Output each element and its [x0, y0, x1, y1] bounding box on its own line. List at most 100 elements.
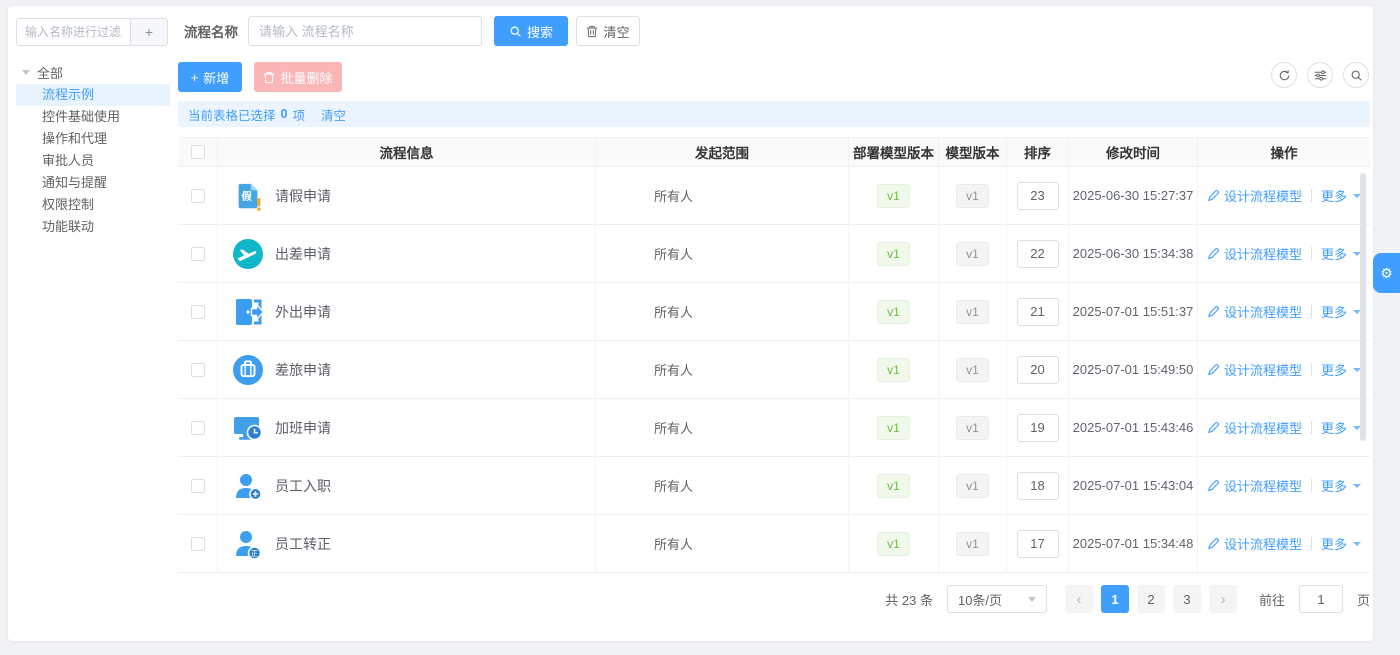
main-panel: 流程名称 搜索 清空 + 新增 — [178, 6, 1373, 641]
design-model-link[interactable]: 设计流程模型 — [1207, 302, 1302, 321]
sidebar-item[interactable]: 操作和代理 — [16, 128, 170, 150]
model-version-badge: v1 — [956, 416, 989, 440]
design-model-label: 设计流程模型 — [1224, 186, 1302, 205]
more-label: 更多 — [1321, 418, 1347, 437]
prev-page-button[interactable]: ‹ — [1065, 585, 1093, 613]
page-button-3[interactable]: 3 — [1173, 585, 1201, 613]
process-name: 员工入职 — [275, 476, 331, 496]
more-link[interactable]: 更多 — [1321, 418, 1361, 437]
page-button-1[interactable]: 1 — [1101, 585, 1129, 613]
design-model-link[interactable]: 设计流程模型 — [1207, 418, 1302, 437]
sort-input[interactable] — [1017, 182, 1059, 210]
search-button[interactable]: 搜索 — [494, 16, 568, 46]
column-settings-button[interactable] — [1307, 62, 1333, 88]
sidebar-item[interactable]: 控件基础使用 — [16, 106, 170, 128]
design-model-link[interactable]: 设计流程模型 — [1207, 534, 1302, 553]
design-model-label: 设计流程模型 — [1224, 244, 1302, 263]
row-checkbox[interactable] — [191, 363, 205, 377]
more-label: 更多 — [1321, 360, 1347, 379]
selection-text: 当前表格已选择 — [188, 105, 276, 124]
row-checkbox[interactable] — [191, 421, 205, 435]
sidebar-item[interactable]: 审批人员 — [16, 150, 170, 172]
row-checkbox[interactable] — [191, 305, 205, 319]
sort-input[interactable] — [1017, 240, 1059, 268]
design-model-link[interactable]: 设计流程模型 — [1207, 186, 1302, 205]
tree-filter-input[interactable] — [16, 18, 130, 46]
refresh-button[interactable] — [1271, 62, 1297, 88]
selection-info-bar: 当前表格已选择 0 项 清空 — [178, 101, 1370, 127]
table-row: 正员工转正所有人v1v12025-07-01 15:34:48设计流程模型更多 — [178, 515, 1370, 573]
tree-root-label: 全部 — [37, 63, 63, 82]
deploy-version-badge: v1 — [877, 184, 910, 208]
page-button-2[interactable]: 2 — [1137, 585, 1165, 613]
row-checkbox[interactable] — [191, 189, 205, 203]
tree-add-button[interactable]: + — [130, 18, 168, 46]
sort-input[interactable] — [1017, 530, 1059, 558]
leave-doc-icon: 假 — [232, 180, 264, 212]
design-model-link[interactable]: 设计流程模型 — [1207, 476, 1302, 495]
sidebar-item[interactable]: 通知与提醒 — [16, 172, 170, 194]
action-row: + 新增 批量删除 — [178, 62, 342, 92]
more-link[interactable]: 更多 — [1321, 360, 1361, 379]
goto-page-input[interactable] — [1299, 585, 1343, 613]
design-model-label: 设计流程模型 — [1224, 476, 1302, 495]
process-name-input[interactable] — [248, 16, 482, 46]
table-scrollbar[interactable] — [1360, 173, 1366, 441]
suitcase-icon — [232, 354, 264, 386]
sort-input[interactable] — [1017, 356, 1059, 384]
column-header: 排序 — [1007, 138, 1069, 166]
search-button-label: 搜索 — [527, 22, 553, 41]
modified-time: 2025-07-01 15:51:37 — [1069, 283, 1198, 340]
more-link[interactable]: 更多 — [1321, 302, 1361, 321]
column-header: 操作 — [1198, 138, 1370, 166]
table-tools — [1271, 62, 1369, 88]
modified-time: 2025-07-01 15:34:48 — [1069, 515, 1198, 572]
design-model-link[interactable]: 设计流程模型 — [1207, 360, 1302, 379]
sidebar-item[interactable]: 权限控制 — [16, 194, 170, 216]
row-checkbox[interactable] — [191, 537, 205, 551]
table-search-button[interactable] — [1343, 62, 1369, 88]
sidebar-item[interactable]: 流程示例 — [16, 84, 170, 106]
edit-pencil-icon — [1207, 537, 1220, 550]
sidebar: + 全部 流程示例控件基础使用操作和代理审批人员通知与提醒权限控制功能联动 — [16, 18, 170, 238]
sort-input[interactable] — [1017, 472, 1059, 500]
sort-input[interactable] — [1017, 298, 1059, 326]
row-checkbox[interactable] — [191, 247, 205, 261]
deploy-version-badge: v1 — [877, 474, 910, 498]
process-name-label: 流程名称 — [184, 21, 238, 41]
more-label: 更多 — [1321, 534, 1347, 553]
clear-button[interactable]: 清空 — [576, 16, 640, 46]
settings-drawer-tab[interactable]: ⚙ — [1373, 253, 1400, 293]
table-body: 假请假申请所有人v1v12025-06-30 15:27:37设计流程模型更多出… — [178, 167, 1370, 573]
sort-input[interactable] — [1017, 414, 1059, 442]
modified-time: 2025-07-01 15:43:04 — [1069, 457, 1198, 514]
next-page-button[interactable]: › — [1209, 585, 1237, 613]
selection-clear-link[interactable]: 清空 — [321, 105, 346, 124]
more-link[interactable]: 更多 — [1321, 476, 1361, 495]
ops-divider — [1311, 421, 1312, 434]
pagination: 共 23 条 10条/页 ‹123› 前往 页 — [178, 585, 1370, 613]
add-button[interactable]: + 新增 — [178, 62, 242, 92]
monitor-clock-icon — [232, 412, 264, 444]
tree-root-item[interactable]: 全部 — [16, 60, 170, 84]
select-all-checkbox[interactable] — [191, 145, 205, 159]
table-row: 加班申请所有人v1v12025-07-01 15:43:46设计流程模型更多 — [178, 399, 1370, 457]
more-label: 更多 — [1321, 186, 1347, 205]
ops-divider — [1311, 363, 1312, 376]
page-size-select[interactable]: 10条/页 — [947, 585, 1047, 613]
edit-pencil-icon — [1207, 189, 1220, 202]
more-link[interactable]: 更多 — [1321, 244, 1361, 263]
sidebar-item[interactable]: 功能联动 — [16, 216, 170, 238]
process-name: 请假申请 — [275, 186, 331, 206]
process-name: 差旅申请 — [275, 360, 331, 380]
more-link[interactable]: 更多 — [1321, 186, 1361, 205]
caret-down-icon — [22, 70, 30, 75]
more-link[interactable]: 更多 — [1321, 534, 1361, 553]
scope-cell: 所有人 — [596, 341, 849, 398]
process-name: 加班申请 — [275, 418, 331, 438]
row-checkbox[interactable] — [191, 479, 205, 493]
design-model-link[interactable]: 设计流程模型 — [1207, 244, 1302, 263]
batch-delete-button[interactable]: 批量删除 — [254, 62, 342, 92]
scope-cell: 所有人 — [596, 283, 849, 340]
more-label: 更多 — [1321, 244, 1347, 263]
